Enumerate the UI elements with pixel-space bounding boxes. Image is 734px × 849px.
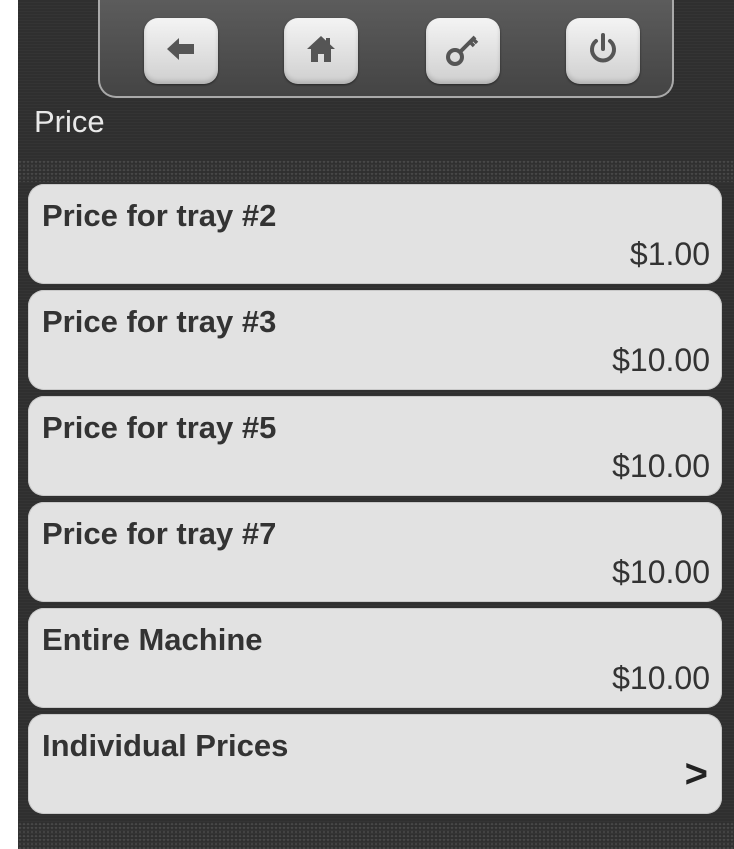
item-label: Individual Prices — [42, 728, 289, 763]
power-icon — [583, 29, 623, 74]
individual-prices-item[interactable]: Individual Prices > — [28, 714, 722, 814]
item-label: Price for tray #3 — [42, 304, 277, 339]
arrow-left-icon — [161, 29, 201, 74]
key-icon — [443, 29, 483, 74]
item-label: Price for tray #5 — [42, 410, 277, 445]
home-button[interactable] — [284, 18, 358, 84]
power-button[interactable] — [566, 18, 640, 84]
entire-machine-item[interactable]: Entire Machine $10.00 — [28, 608, 722, 708]
item-value: $10.00 — [612, 448, 710, 484]
item-value: $10.00 — [612, 554, 710, 590]
price-tray-7-item[interactable]: Price for tray #7 $10.00 — [28, 502, 722, 602]
price-tray-5-item[interactable]: Price for tray #5 $10.00 — [28, 396, 722, 496]
divider — [18, 160, 734, 182]
item-value: $10.00 — [612, 342, 710, 378]
footer-pattern — [18, 822, 734, 849]
screen: Price Price for tray #2 $1.00 Price for … — [18, 0, 734, 849]
home-icon — [301, 29, 341, 74]
top-toolbar — [98, 0, 674, 98]
key-button[interactable] — [426, 18, 500, 84]
item-label: Price for tray #7 — [42, 516, 277, 551]
price-tray-2-item[interactable]: Price for tray #2 $1.00 — [28, 184, 722, 284]
item-label: Entire Machine — [42, 622, 263, 657]
back-button[interactable] — [144, 18, 218, 84]
item-value: $1.00 — [629, 236, 710, 272]
price-tray-3-item[interactable]: Price for tray #3 $10.00 — [28, 290, 722, 390]
item-value: $10.00 — [612, 660, 710, 696]
page-title: Price — [34, 104, 105, 139]
item-label: Price for tray #2 — [42, 198, 277, 233]
chevron-right-icon: > — [684, 752, 708, 796]
